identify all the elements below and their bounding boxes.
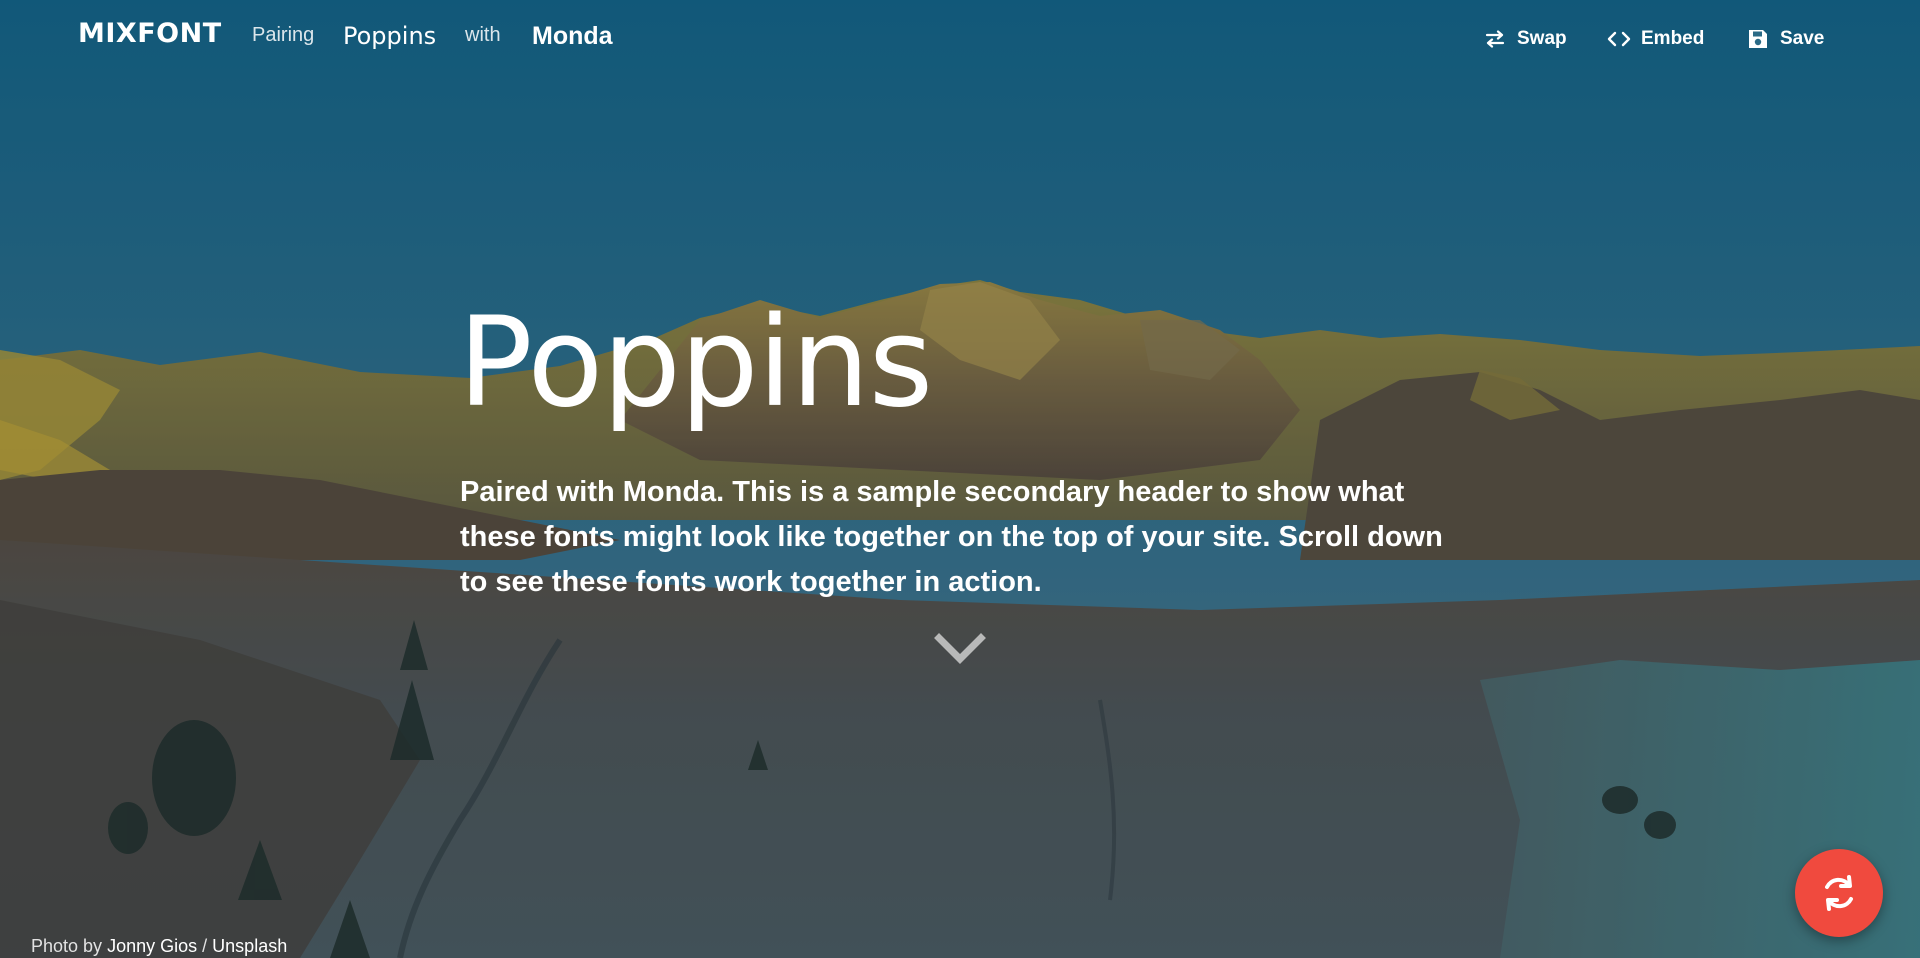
- shuffle-fonts-button[interactable]: [1795, 849, 1883, 937]
- swap-label: Swap: [1517, 28, 1567, 49]
- credit-separator: /: [202, 936, 208, 956]
- with-label: with: [465, 24, 501, 46]
- hero-headline: Poppins: [458, 291, 933, 435]
- embed-button[interactable]: Embed: [1607, 24, 1704, 54]
- mixfont-logo[interactable]: MIXFONT: [78, 18, 222, 49]
- embed-label: Embed: [1641, 28, 1705, 49]
- pairing-label: Pairing: [252, 24, 315, 46]
- swap-button[interactable]: Swap: [1483, 24, 1567, 54]
- secondary-font-name[interactable]: Monda: [532, 22, 613, 51]
- chevron-down-icon: [934, 633, 986, 664]
- top-navigation: MIXFONT Pairing Poppins with Monda Swap …: [0, 0, 1920, 78]
- refresh-icon: [1825, 875, 1853, 911]
- save-label: Save: [1780, 28, 1825, 49]
- credit-prefix: Photo by: [31, 936, 103, 956]
- credit-author-link[interactable]: Jonny Gios: [107, 936, 197, 956]
- save-button[interactable]: Save: [1746, 24, 1824, 54]
- hero-section: MIXFONT Pairing Poppins with Monda Swap …: [0, 0, 1920, 958]
- credit-source-link[interactable]: Unsplash: [212, 936, 287, 956]
- photo-credit: Photo by Jonny Gios / Unsplash: [31, 936, 287, 957]
- swap-arrows-icon: [1483, 27, 1507, 51]
- hero-subheadline: Paired with Monda. This is a sample seco…: [460, 476, 1443, 598]
- floppy-disk-icon: [1746, 27, 1770, 51]
- scroll-down-button[interactable]: [934, 632, 986, 668]
- primary-font-name[interactable]: Poppins: [343, 22, 436, 50]
- code-brackets-icon: [1607, 27, 1631, 51]
